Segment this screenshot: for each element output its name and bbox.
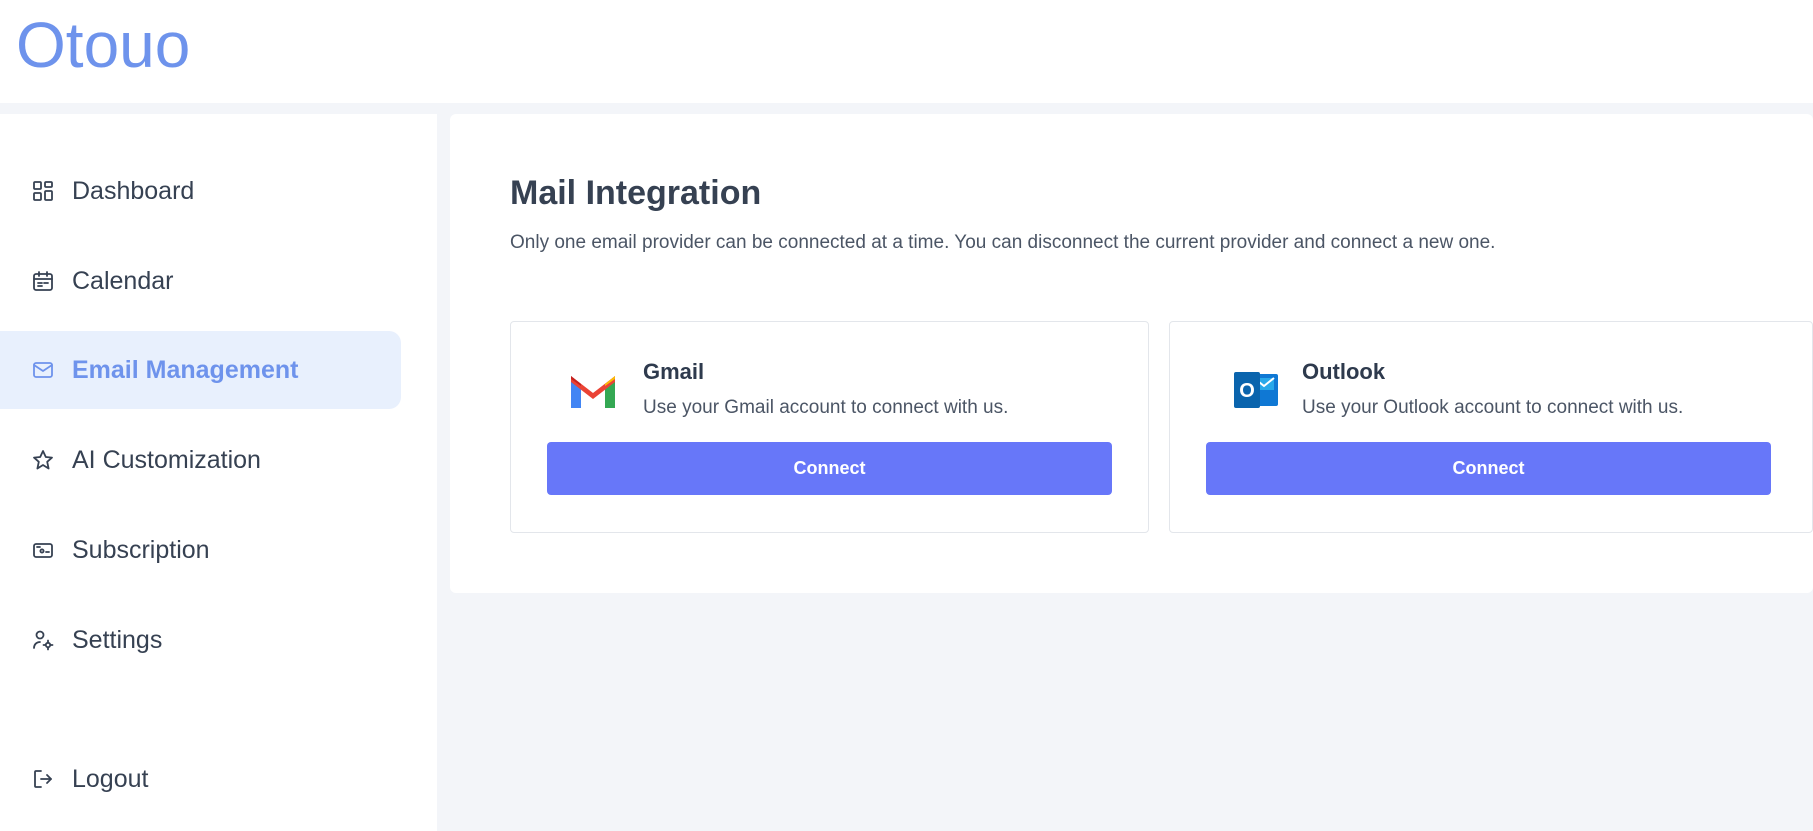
gmail-connect-button[interactable]: Connect bbox=[547, 442, 1112, 495]
gmail-provider-card: Gmail Use your Gmail account to connect … bbox=[510, 321, 1149, 533]
star-icon bbox=[30, 447, 56, 473]
sidebar-item-label: Logout bbox=[72, 764, 149, 793]
top-bar: Otouo bbox=[0, 0, 1813, 103]
sidebar-item-settings[interactable]: Settings bbox=[0, 601, 401, 679]
sidebar-item-logout[interactable]: Logout bbox=[0, 740, 401, 818]
outlook-logo-icon: O bbox=[1234, 372, 1278, 408]
otouo-logo[interactable]: Otouo bbox=[16, 16, 201, 76]
mail-icon bbox=[30, 357, 56, 383]
svg-text:O: O bbox=[1239, 380, 1255, 402]
provider-description: Use your Outlook account to connect with… bbox=[1302, 397, 1684, 418]
mail-integration-panel: Mail Integration Only one email provider… bbox=[450, 114, 1813, 593]
gmail-logo-icon bbox=[571, 376, 615, 408]
sidebar-item-ai-customization[interactable]: AI Customization bbox=[0, 421, 401, 499]
sidebar-item-label: Settings bbox=[72, 625, 163, 654]
sidebar-item-calendar[interactable]: Calendar bbox=[0, 242, 401, 320]
provider-name: Gmail bbox=[643, 359, 705, 384]
sidebar-item-dashboard[interactable]: Dashboard bbox=[0, 152, 401, 230]
logo-text: Otouo bbox=[16, 16, 190, 76]
sidebar-item-email-management[interactable]: Email Management bbox=[0, 331, 401, 409]
page-title: Mail Integration bbox=[510, 174, 762, 212]
sidebar-item-label: Email Management bbox=[72, 355, 299, 384]
provider-description: Use your Gmail account to connect with u… bbox=[643, 397, 1009, 418]
sidebar-item-subscription[interactable]: Subscription bbox=[0, 511, 401, 589]
outlook-connect-button[interactable]: Connect bbox=[1206, 442, 1771, 495]
sidebar-item-label: Dashboard bbox=[72, 176, 195, 205]
dashboard-grid-icon bbox=[30, 178, 56, 204]
outlook-provider-card: O Outlook Use your Outlook account to co… bbox=[1169, 321, 1813, 533]
page-subtitle: Only one email provider can be connected… bbox=[510, 232, 1496, 253]
sidebar-item-label: Subscription bbox=[72, 535, 210, 564]
user-gear-icon bbox=[30, 627, 56, 653]
logout-icon bbox=[30, 766, 56, 792]
calendar-icon bbox=[30, 268, 56, 294]
wallet-icon bbox=[30, 537, 56, 563]
sidebar-item-label: AI Customization bbox=[72, 445, 261, 474]
sidebar-item-label: Calendar bbox=[72, 266, 174, 295]
provider-name: Outlook bbox=[1302, 359, 1386, 384]
